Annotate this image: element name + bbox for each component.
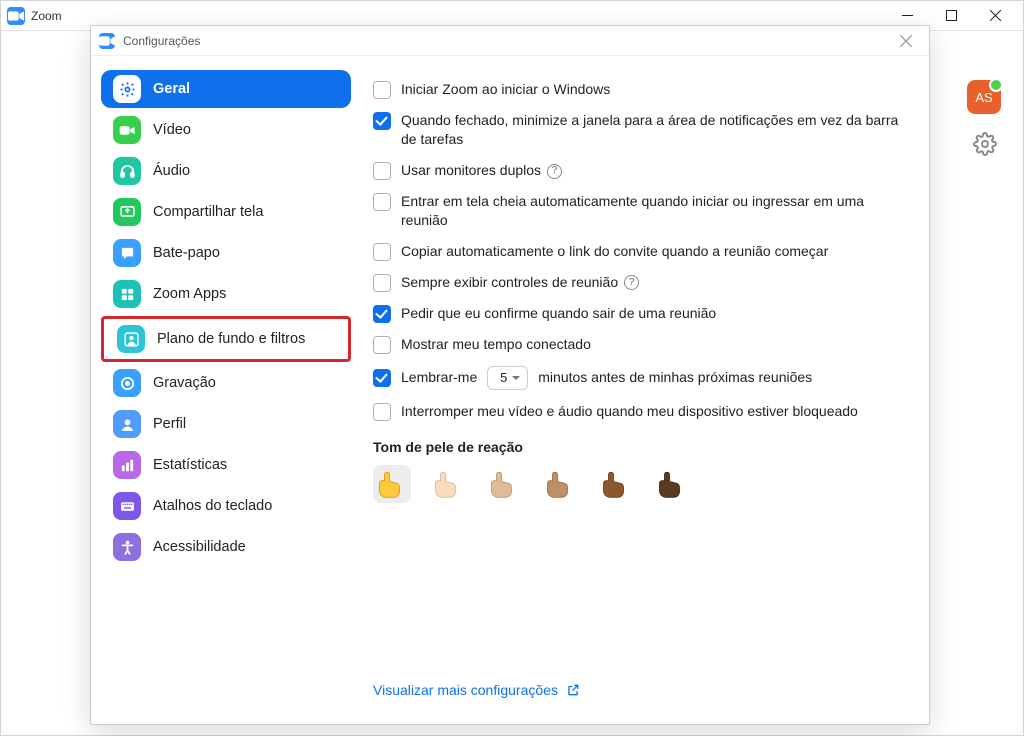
- remind-minutes-select[interactable]: 5: [487, 366, 528, 390]
- sidebar-item-label: Acessibilidade: [153, 539, 246, 555]
- skin-tone-option-medium-dark[interactable]: [597, 465, 635, 503]
- option-label: Mostrar meu tempo conectado: [401, 335, 591, 354]
- sidebar-item-label: Plano de fundo e filtros: [157, 331, 305, 347]
- record-icon: [113, 369, 141, 397]
- avatar[interactable]: AS: [967, 80, 1001, 114]
- settings-dialog: Configurações Geral Vídeo Áudio: [90, 25, 930, 725]
- sidebar-item-label: Áudio: [153, 163, 190, 179]
- sidebar-item-recording[interactable]: Gravação: [101, 364, 351, 402]
- option-label: Usar monitores duplos?: [401, 161, 562, 180]
- highlight-annotation: Plano de fundo e filtros: [101, 316, 351, 362]
- option-confirm-leave[interactable]: Pedir que eu confirme quando sair de uma…: [373, 298, 901, 329]
- sidebar-item-video[interactable]: Vídeo: [101, 111, 351, 149]
- checkbox[interactable]: [373, 336, 391, 354]
- sidebar-item-label: Perfil: [153, 416, 186, 432]
- sidebar-item-audio[interactable]: Áudio: [101, 152, 351, 190]
- option-always-show-controls[interactable]: Sempre exibir controles de reunião?: [373, 267, 901, 298]
- option-label: Quando fechado, minimize a janela para a…: [401, 111, 901, 149]
- settings-gear-icon[interactable]: [973, 132, 997, 156]
- stats-icon: [113, 451, 141, 479]
- option-show-connected-time[interactable]: Mostrar meu tempo conectado: [373, 329, 901, 360]
- sidebar-item-background-filters[interactable]: Plano de fundo e filtros: [105, 320, 347, 358]
- settings-sidebar: Geral Vídeo Áudio Compartilhar tela Bate…: [91, 56, 361, 724]
- background-icon: [117, 325, 145, 353]
- view-more-settings-link[interactable]: Visualizar mais configurações: [373, 668, 901, 712]
- sidebar-item-label: Bate-papo: [153, 245, 220, 261]
- sidebar-item-label: Compartilhar tela: [153, 204, 263, 220]
- avatar-initials: AS: [975, 90, 992, 105]
- checkbox[interactable]: [373, 112, 391, 130]
- sidebar-item-statistics[interactable]: Estatísticas: [101, 446, 351, 484]
- sidebar-item-keyboard-shortcuts[interactable]: Atalhos do teclado: [101, 487, 351, 525]
- option-label: Pedir que eu confirme quando sair de uma…: [401, 304, 716, 323]
- skin-tone-option-default[interactable]: [373, 465, 411, 503]
- option-label: Lembrar-me 5 minutos antes de minhas pró…: [401, 366, 812, 390]
- skin-tone-row: [373, 465, 901, 503]
- option-start-with-windows[interactable]: Iniciar Zoom ao iniciar o Windows: [373, 74, 901, 105]
- option-stop-av-when-locked[interactable]: Interromper meu vídeo e áudio quando meu…: [373, 396, 901, 427]
- maximize-button[interactable]: [929, 1, 973, 31]
- checkbox[interactable]: [373, 274, 391, 292]
- option-label: Interromper meu vídeo e áudio quando meu…: [401, 402, 858, 421]
- checkbox[interactable]: [373, 193, 391, 211]
- checkbox[interactable]: [373, 162, 391, 180]
- settings-content: Iniciar Zoom ao iniciar o Windows Quando…: [361, 56, 929, 724]
- sidebar-item-share-screen[interactable]: Compartilhar tela: [101, 193, 351, 231]
- main-window-title: Zoom: [31, 9, 62, 23]
- external-link-icon: [566, 683, 580, 697]
- apps-icon: [113, 280, 141, 308]
- checkbox[interactable]: [373, 305, 391, 323]
- option-label: Copiar automaticamente o link do convite…: [401, 242, 828, 261]
- share-screen-icon: [113, 198, 141, 226]
- skin-tone-option-light[interactable]: [429, 465, 467, 503]
- skin-tone-heading: Tom de pele de reação: [373, 439, 901, 455]
- close-button[interactable]: [973, 1, 1017, 31]
- profile-icon: [113, 410, 141, 438]
- skin-tone-option-medium[interactable]: [541, 465, 579, 503]
- option-fullscreen-on-start[interactable]: Entrar em tela cheia automaticamente qua…: [373, 186, 901, 236]
- sidebar-item-label: Gravação: [153, 375, 216, 391]
- zoom-logo-icon: [7, 7, 25, 25]
- sidebar-item-accessibility[interactable]: Acessibilidade: [101, 528, 351, 566]
- help-icon[interactable]: ?: [547, 164, 562, 179]
- checkbox[interactable]: [373, 369, 391, 387]
- video-icon: [113, 116, 141, 144]
- chat-icon: [113, 239, 141, 267]
- option-remind-me[interactable]: Lembrar-me 5 minutos antes de minhas pró…: [373, 360, 901, 396]
- zoom-logo-icon: [99, 33, 115, 49]
- dialog-titlebar: Configurações: [91, 26, 929, 56]
- checkbox[interactable]: [373, 403, 391, 421]
- sidebar-item-chat[interactable]: Bate-papo: [101, 234, 351, 272]
- option-label: Iniciar Zoom ao iniciar o Windows: [401, 80, 610, 99]
- option-label: Entrar em tela cheia automaticamente qua…: [401, 192, 901, 230]
- sidebar-item-label: Atalhos do teclado: [153, 498, 272, 514]
- sidebar-item-profile[interactable]: Perfil: [101, 405, 351, 443]
- sidebar-item-zoom-apps[interactable]: Zoom Apps: [101, 275, 351, 313]
- checkbox[interactable]: [373, 81, 391, 99]
- skin-tone-option-medium-light[interactable]: [485, 465, 523, 503]
- option-auto-copy-invite[interactable]: Copiar automaticamente o link do convite…: [373, 236, 901, 267]
- help-icon[interactable]: ?: [624, 275, 639, 290]
- headphones-icon: [113, 157, 141, 185]
- footer-link-label: Visualizar mais configurações: [373, 682, 558, 698]
- skin-tone-option-dark[interactable]: [653, 465, 691, 503]
- keyboard-icon: [113, 492, 141, 520]
- option-minimize-to-tray[interactable]: Quando fechado, minimize a janela para a…: [373, 105, 901, 155]
- dialog-close-button[interactable]: [891, 26, 921, 56]
- sidebar-item-label: Zoom Apps: [153, 286, 226, 302]
- sidebar-item-label: Estatísticas: [153, 457, 227, 473]
- dialog-title: Configurações: [123, 34, 200, 48]
- option-label: Sempre exibir controles de reunião?: [401, 273, 639, 292]
- accessibility-icon: [113, 533, 141, 561]
- gear-icon: [113, 75, 141, 103]
- checkbox[interactable]: [373, 243, 391, 261]
- sidebar-item-general[interactable]: Geral: [101, 70, 351, 108]
- option-dual-monitors[interactable]: Usar monitores duplos?: [373, 155, 901, 186]
- sidebar-item-label: Vídeo: [153, 122, 191, 138]
- sidebar-item-label: Geral: [153, 81, 190, 97]
